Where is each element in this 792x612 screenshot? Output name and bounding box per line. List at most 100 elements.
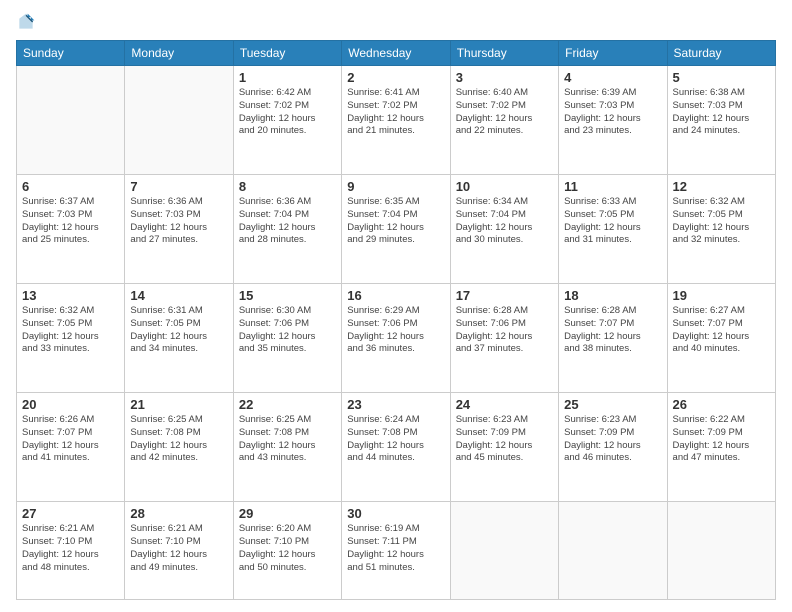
day-info: Sunrise: 6:23 AM Sunset: 7:09 PM Dayligh…	[564, 414, 661, 465]
calendar-day-cell: 12 Sunrise: 6:32 AM Sunset: 7:05 PM Dayli…	[667, 175, 775, 284]
calendar-header-row: SundayMondayTuesdayWednesdayThursdayFrid…	[17, 41, 776, 66]
calendar-day-header: Wednesday	[342, 41, 450, 66]
calendar-day-cell: 9 Sunrise: 6:35 AM Sunset: 7:04 PM Daylig…	[342, 175, 450, 284]
calendar-day-cell: 8 Sunrise: 6:36 AM Sunset: 7:04 PM Daylig…	[233, 175, 341, 284]
day-number: 5	[673, 70, 770, 85]
day-info: Sunrise: 6:23 AM Sunset: 7:09 PM Dayligh…	[456, 414, 553, 465]
calendar-day-cell: 30Sunrise: 6:19 AM Sunset: 7:11 PM Dayli…	[342, 502, 450, 600]
day-number: 23	[347, 397, 444, 412]
calendar-day-cell: 21 Sunrise: 6:25 AM Sunset: 7:08 PM Dayli…	[125, 393, 233, 502]
day-number: 2	[347, 70, 444, 85]
calendar-day-cell: 18Sunrise: 6:28 AM Sunset: 7:07 PM Dayli…	[559, 284, 667, 393]
calendar-day-cell: 7 Sunrise: 6:36 AM Sunset: 7:03 PM Daylig…	[125, 175, 233, 284]
calendar-day-cell: 25 Sunrise: 6:23 AM Sunset: 7:09 PM Dayli…	[559, 393, 667, 502]
day-number: 19	[673, 288, 770, 303]
calendar-day-header: Saturday	[667, 41, 775, 66]
day-info: Sunrise: 6:25 AM Sunset: 7:08 PM Dayligh…	[130, 414, 227, 465]
day-info: Sunrise: 6:39 AM Sunset: 7:03 PM Dayligh…	[564, 87, 661, 138]
day-number: 24	[456, 397, 553, 412]
day-number: 28	[130, 506, 227, 521]
calendar-day-cell: 2 Sunrise: 6:41 AM Sunset: 7:02 PM Daylig…	[342, 66, 450, 175]
calendar-day-header: Monday	[125, 41, 233, 66]
calendar-day-cell: 5Sunrise: 6:38 AM Sunset: 7:03 PM Daylig…	[667, 66, 775, 175]
header	[16, 12, 776, 32]
day-info: Sunrise: 6:37 AM Sunset: 7:03 PM Dayligh…	[22, 196, 119, 247]
day-number: 13	[22, 288, 119, 303]
day-number: 8	[239, 179, 336, 194]
day-info: Sunrise: 6:36 AM Sunset: 7:04 PM Dayligh…	[239, 196, 336, 247]
day-info: Sunrise: 6:21 AM Sunset: 7:10 PM Dayligh…	[22, 523, 119, 574]
calendar-day-header: Tuesday	[233, 41, 341, 66]
calendar-day-cell: 15 Sunrise: 6:30 AM Sunset: 7:06 PM Dayli…	[233, 284, 341, 393]
logo-icon	[16, 12, 36, 32]
calendar-day-cell	[559, 502, 667, 600]
logo	[16, 12, 40, 32]
day-number: 27	[22, 506, 119, 521]
day-info: Sunrise: 6:40 AM Sunset: 7:02 PM Dayligh…	[456, 87, 553, 138]
calendar-day-cell: 6Sunrise: 6:37 AM Sunset: 7:03 PM Daylig…	[17, 175, 125, 284]
day-info: Sunrise: 6:24 AM Sunset: 7:08 PM Dayligh…	[347, 414, 444, 465]
day-info: Sunrise: 6:30 AM Sunset: 7:06 PM Dayligh…	[239, 305, 336, 356]
day-number: 1	[239, 70, 336, 85]
calendar-table: SundayMondayTuesdayWednesdayThursdayFrid…	[16, 40, 776, 600]
day-info: Sunrise: 6:31 AM Sunset: 7:05 PM Dayligh…	[130, 305, 227, 356]
calendar-week-row: 13 Sunrise: 6:32 AM Sunset: 7:05 PM Dayli…	[17, 284, 776, 393]
page: SundayMondayTuesdayWednesdayThursdayFrid…	[0, 0, 792, 612]
calendar-day-cell: 1Sunrise: 6:42 AM Sunset: 7:02 PM Daylig…	[233, 66, 341, 175]
day-info: Sunrise: 6:26 AM Sunset: 7:07 PM Dayligh…	[22, 414, 119, 465]
calendar-day-cell: 11 Sunrise: 6:33 AM Sunset: 7:05 PM Dayli…	[559, 175, 667, 284]
day-info: Sunrise: 6:36 AM Sunset: 7:03 PM Dayligh…	[130, 196, 227, 247]
calendar-day-cell: 17Sunrise: 6:28 AM Sunset: 7:06 PM Dayli…	[450, 284, 558, 393]
day-info: Sunrise: 6:32 AM Sunset: 7:05 PM Dayligh…	[22, 305, 119, 356]
day-number: 9	[347, 179, 444, 194]
day-number: 20	[22, 397, 119, 412]
calendar-week-row: 1Sunrise: 6:42 AM Sunset: 7:02 PM Daylig…	[17, 66, 776, 175]
day-info: Sunrise: 6:20 AM Sunset: 7:10 PM Dayligh…	[239, 523, 336, 574]
calendar-week-row: 27 Sunrise: 6:21 AM Sunset: 7:10 PM Dayli…	[17, 502, 776, 600]
calendar-day-header: Friday	[559, 41, 667, 66]
calendar-week-row: 20 Sunrise: 6:26 AM Sunset: 7:07 PM Dayli…	[17, 393, 776, 502]
calendar-day-header: Thursday	[450, 41, 558, 66]
calendar-day-cell: 28Sunrise: 6:21 AM Sunset: 7:10 PM Dayli…	[125, 502, 233, 600]
calendar-day-cell: 13 Sunrise: 6:32 AM Sunset: 7:05 PM Dayli…	[17, 284, 125, 393]
day-info: Sunrise: 6:32 AM Sunset: 7:05 PM Dayligh…	[673, 196, 770, 247]
day-number: 11	[564, 179, 661, 194]
day-number: 15	[239, 288, 336, 303]
day-info: Sunrise: 6:27 AM Sunset: 7:07 PM Dayligh…	[673, 305, 770, 356]
calendar-day-cell: 3 Sunrise: 6:40 AM Sunset: 7:02 PM Daylig…	[450, 66, 558, 175]
day-info: Sunrise: 6:34 AM Sunset: 7:04 PM Dayligh…	[456, 196, 553, 247]
day-number: 10	[456, 179, 553, 194]
calendar-day-cell	[125, 66, 233, 175]
day-number: 21	[130, 397, 227, 412]
calendar-week-row: 6Sunrise: 6:37 AM Sunset: 7:03 PM Daylig…	[17, 175, 776, 284]
day-number: 7	[130, 179, 227, 194]
day-number: 26	[673, 397, 770, 412]
calendar-day-cell: 10 Sunrise: 6:34 AM Sunset: 7:04 PM Dayli…	[450, 175, 558, 284]
calendar-day-cell: 26 Sunrise: 6:22 AM Sunset: 7:09 PM Dayli…	[667, 393, 775, 502]
day-info: Sunrise: 6:29 AM Sunset: 7:06 PM Dayligh…	[347, 305, 444, 356]
calendar-day-cell: 29 Sunrise: 6:20 AM Sunset: 7:10 PM Dayli…	[233, 502, 341, 600]
day-info: Sunrise: 6:41 AM Sunset: 7:02 PM Dayligh…	[347, 87, 444, 138]
day-number: 29	[239, 506, 336, 521]
calendar-day-cell: 14 Sunrise: 6:31 AM Sunset: 7:05 PM Dayli…	[125, 284, 233, 393]
calendar-day-cell: 16 Sunrise: 6:29 AM Sunset: 7:06 PM Dayli…	[342, 284, 450, 393]
day-info: Sunrise: 6:25 AM Sunset: 7:08 PM Dayligh…	[239, 414, 336, 465]
calendar-day-cell	[667, 502, 775, 600]
day-info: Sunrise: 6:33 AM Sunset: 7:05 PM Dayligh…	[564, 196, 661, 247]
day-number: 3	[456, 70, 553, 85]
calendar-day-cell: 22 Sunrise: 6:25 AM Sunset: 7:08 PM Dayli…	[233, 393, 341, 502]
day-number: 18	[564, 288, 661, 303]
day-number: 14	[130, 288, 227, 303]
calendar-day-cell: 27 Sunrise: 6:21 AM Sunset: 7:10 PM Dayli…	[17, 502, 125, 600]
calendar-day-cell: 24 Sunrise: 6:23 AM Sunset: 7:09 PM Dayli…	[450, 393, 558, 502]
day-number: 16	[347, 288, 444, 303]
day-number: 12	[673, 179, 770, 194]
day-info: Sunrise: 6:22 AM Sunset: 7:09 PM Dayligh…	[673, 414, 770, 465]
day-number: 25	[564, 397, 661, 412]
day-number: 30	[347, 506, 444, 521]
day-number: 22	[239, 397, 336, 412]
calendar-day-header: Sunday	[17, 41, 125, 66]
day-info: Sunrise: 6:28 AM Sunset: 7:06 PM Dayligh…	[456, 305, 553, 356]
calendar-day-cell	[17, 66, 125, 175]
day-info: Sunrise: 6:35 AM Sunset: 7:04 PM Dayligh…	[347, 196, 444, 247]
